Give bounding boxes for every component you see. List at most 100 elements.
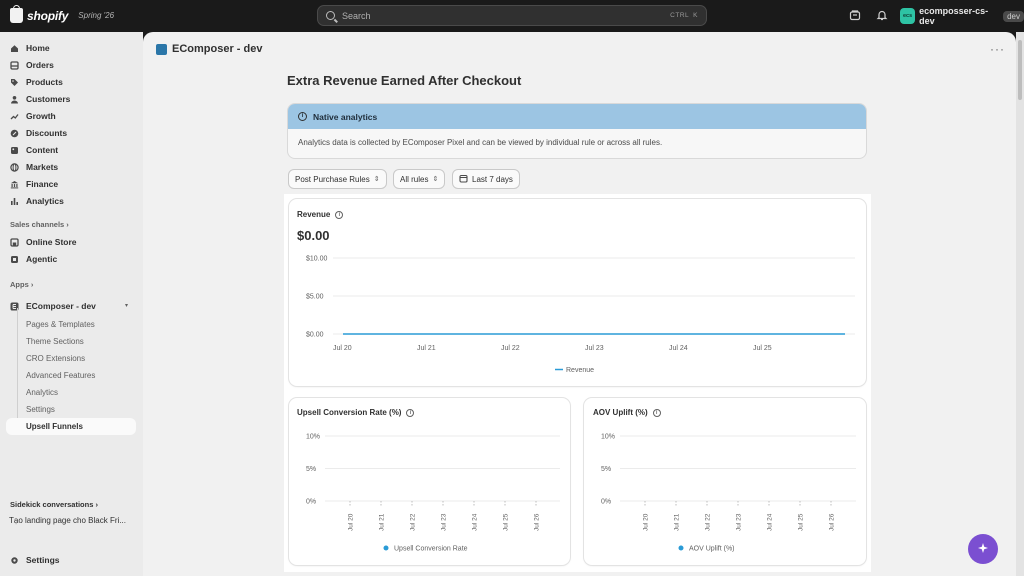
sidebar-item-orders[interactable]: Orders: [10, 57, 54, 73]
y-tick-label: 0%: [601, 499, 611, 506]
legend-swatch: [678, 545, 684, 551]
info-icon[interactable]: i: [406, 408, 415, 417]
y-tick-label: 10%: [601, 434, 615, 441]
x-tick-label: Jul 25: [798, 513, 805, 531]
sidebar-item-markets[interactable]: Markets: [10, 159, 58, 175]
scrollbar[interactable]: [1016, 32, 1024, 576]
x-tick-label: Jul 20: [643, 513, 650, 531]
sidebar-item-label: Agentic: [26, 254, 58, 264]
store-badge: dev: [1003, 10, 1024, 22]
sidebar-subitem-pages-templates[interactable]: Pages & Templates: [26, 320, 95, 329]
page-title: Extra Revenue Earned After Checkout: [287, 73, 522, 88]
y-tick-label: 5%: [601, 466, 611, 473]
ecomposer-app-icon: [156, 43, 167, 55]
x-tick-label: Jul 26: [829, 513, 836, 531]
info-icon[interactable]: i: [652, 408, 661, 417]
x-tick-label: Jul 21: [417, 345, 436, 352]
date-range-button[interactable]: Last 7 days: [452, 169, 520, 189]
banner-title: Native analytics: [313, 111, 378, 122]
y-tick-label: $10.00: [306, 256, 328, 263]
search-input[interactable]: [342, 10, 667, 21]
info-icon[interactable]: i: [335, 210, 344, 219]
y-tick-label: 10%: [306, 434, 320, 441]
app-title: EComposer - dev: [172, 43, 263, 55]
sidekick-conversation-item[interactable]: Tạo landing page cho Black Fri...: [9, 516, 126, 525]
aov-chart: 10% 5% 0% Jul 20 Jul 21 Jul 22 Jul 23 Jul 24 Jul…: [601, 434, 856, 553]
sidebar-item-label: Growth: [26, 111, 56, 121]
sidekick-label: Sidekick conversations: [10, 500, 94, 509]
shopify-logo[interactable]: shopify Spring '26: [10, 5, 114, 23]
bank-icon: [10, 180, 19, 189]
gear-icon: [10, 556, 19, 565]
date-range-value: Last 7 days: [472, 174, 513, 184]
sidebar-subitem-advanced-features[interactable]: Advanced Features: [26, 371, 95, 380]
sidebar-item-products[interactable]: Products: [10, 74, 63, 90]
x-tick-label: Jul 22: [410, 513, 417, 531]
scrollbar-thumb[interactable]: [1018, 40, 1022, 100]
sidebar-subitem-cro-extensions[interactable]: CRO Extensions: [26, 354, 85, 363]
sidebar-subitem-upsell-funnels[interactable]: Upsell Funnels: [26, 422, 83, 431]
conversion-chart: 10% 5% 0% Jul 20 Jul 21 Jul 22 Jul 23 Jul 24 Jul…: [306, 434, 560, 553]
apps-label: Apps: [10, 280, 29, 289]
sidebar-item-settings[interactable]: Settings: [10, 552, 60, 568]
apps-heading[interactable]: Apps ›: [10, 280, 33, 289]
sidebar-item-customers[interactable]: Customers: [10, 91, 70, 107]
rules-select[interactable]: All rules ⇕: [393, 169, 446, 189]
sidebar-subitem-settings[interactable]: Settings: [26, 405, 55, 414]
sidekick-button[interactable]: [968, 534, 998, 564]
sidebar-item-content[interactable]: Content: [10, 142, 58, 158]
sidebar-item-discounts[interactable]: Discounts: [10, 125, 67, 141]
store-icon[interactable]: [848, 9, 861, 22]
y-tick-label: 0%: [306, 499, 316, 506]
store-switcher[interactable]: ecs ecomposser-cs-dev dev: [900, 6, 1024, 26]
agentic-icon: [10, 255, 19, 264]
sidebar-item-label: Orders: [26, 60, 54, 70]
select-arrows-icon: ⇕: [373, 176, 380, 183]
sidebar-subitem-analytics[interactable]: Analytics: [26, 388, 58, 397]
bell-icon[interactable]: [875, 9, 888, 22]
chevron-right-icon: ›: [30, 280, 34, 289]
x-tick-label: Jul 21: [674, 513, 681, 531]
top-bar: shopify Spring '26 CTRL K ecs ecomposser…: [0, 0, 1024, 32]
y-tick-label: $0.00: [306, 332, 324, 339]
discount-icon: [10, 129, 19, 138]
sidebar-item-home[interactable]: Home: [10, 40, 50, 56]
conversion-card-title: Upsell Conversion Rate (%) i: [297, 408, 415, 417]
sales-channels-label: Sales channels: [10, 220, 65, 229]
storefront-icon: [10, 237, 19, 247]
banner-text: Analytics data is collected by EComposer…: [298, 138, 663, 147]
sidebar-item-online-store[interactable]: Online Store: [10, 234, 77, 250]
select-arrows-icon: ⇕: [432, 176, 439, 183]
sidebar-subitem-theme-sections[interactable]: Theme Sections: [26, 337, 84, 346]
chevron-down-icon[interactable]: ▾: [125, 302, 128, 309]
x-tick-label: Jul 23: [441, 513, 448, 531]
rule-type-select[interactable]: Post Purchase Rules ⇕: [288, 169, 387, 189]
x-tick-label: Jul 24: [767, 513, 774, 531]
sidebar-item-label: EComposer - dev: [26, 301, 96, 311]
home-icon: [10, 44, 19, 53]
app-header: EComposer - dev: [156, 43, 262, 55]
growth-icon: [10, 112, 19, 121]
shopify-bag-icon: [10, 5, 23, 23]
conversion-title: Upsell Conversion Rate (%): [297, 408, 402, 417]
x-tick-label: Jul 23: [736, 513, 743, 531]
x-tick-label: Jul 25: [503, 513, 510, 531]
sidebar-item-ecomposer-app[interactable]: EComposer - dev: [10, 298, 96, 314]
sidebar-item-finance[interactable]: Finance: [10, 176, 58, 192]
chevron-right-icon: ›: [95, 500, 98, 509]
x-tick-label: Jul 26: [534, 513, 541, 531]
search-bar[interactable]: CTRL K: [317, 5, 707, 26]
more-actions-button[interactable]: ···: [990, 42, 1005, 56]
sidekick-heading[interactable]: Sidekick conversations ›: [10, 500, 98, 509]
legend-label: AOV Uplift (%): [689, 546, 735, 553]
sidebar-item-analytics[interactable]: Analytics: [10, 193, 64, 209]
x-tick-label: Jul 22: [501, 345, 520, 352]
globe-icon: [10, 162, 19, 172]
sidebar-item-label: Settings: [26, 555, 60, 565]
search-icon: [326, 11, 335, 20]
bar-chart-icon: [10, 197, 19, 206]
sidebar-item-growth[interactable]: Growth: [10, 108, 56, 124]
sidebar-item-agentic[interactable]: Agentic: [10, 251, 57, 267]
sales-channels-heading[interactable]: Sales channels ›: [10, 220, 69, 229]
sidebar-item-label: Products: [26, 77, 63, 87]
